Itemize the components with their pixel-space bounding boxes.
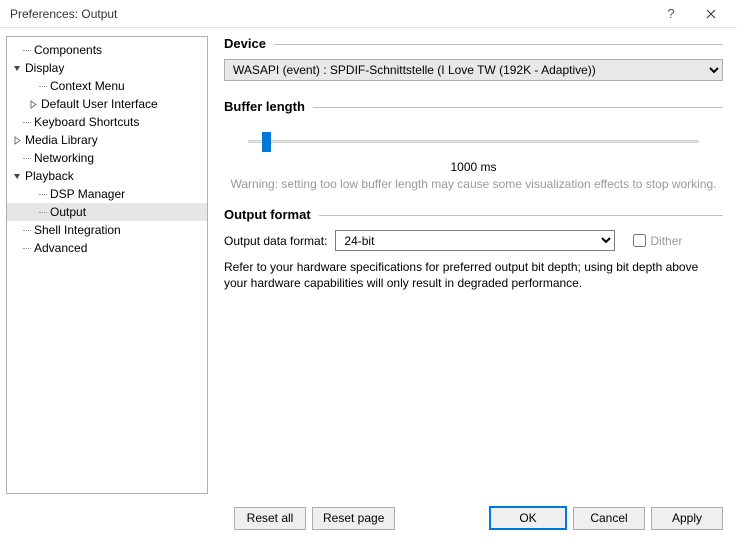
sidebar: Components Display Context Menu Default … — [0, 28, 214, 500]
output-format-note: Refer to your hardware specifications fo… — [224, 259, 723, 291]
tree-item-output[interactable]: Output — [7, 203, 207, 221]
tree-connector — [23, 248, 31, 249]
tree-item-shell-integration[interactable]: Shell Integration — [7, 221, 207, 239]
tree-label: Shell Integration — [34, 221, 125, 239]
chevron-right-icon[interactable] — [11, 134, 23, 146]
tree-item-keyboard-shortcuts[interactable]: Keyboard Shortcuts — [7, 113, 207, 131]
tree-label: Media Library — [25, 131, 102, 149]
tree-label: Networking — [34, 149, 98, 167]
tree-label: Context Menu — [50, 77, 129, 95]
tree-item-dsp-manager[interactable]: DSP Manager — [7, 185, 207, 203]
section-divider — [313, 107, 723, 108]
tree-connector — [23, 158, 31, 159]
button-bar: Reset all Reset page OK Cancel Apply — [0, 500, 737, 538]
tree-connector — [39, 212, 47, 213]
buffer-section-header: Buffer length — [224, 99, 723, 114]
tree-item-playback[interactable]: Playback — [7, 167, 207, 185]
output-format-select[interactable]: 24-bit — [335, 230, 615, 251]
tree-connector — [23, 50, 31, 51]
section-divider — [319, 215, 723, 216]
format-section-header: Output format — [224, 207, 723, 222]
chevron-right-icon[interactable] — [27, 98, 39, 110]
dither-label: Dither — [650, 234, 682, 248]
buffer-value-label: 1000 ms — [224, 160, 723, 174]
chevron-down-icon[interactable] — [11, 170, 23, 182]
format-section-title: Output format — [224, 207, 319, 222]
tree: Components Display Context Menu Default … — [6, 36, 208, 494]
cancel-button[interactable]: Cancel — [573, 507, 645, 530]
tree-item-advanced[interactable]: Advanced — [7, 239, 207, 257]
reset-page-button[interactable]: Reset page — [312, 507, 395, 530]
tree-label: Keyboard Shortcuts — [34, 113, 143, 131]
section-divider — [274, 44, 723, 45]
tree-connector — [39, 86, 47, 87]
output-format-label: Output data format: — [224, 234, 327, 248]
titlebar: Preferences: Output ? — [0, 0, 737, 28]
close-button[interactable] — [691, 0, 731, 28]
tree-connector — [23, 230, 31, 231]
tree-label: Display — [25, 59, 68, 77]
close-icon — [706, 9, 716, 19]
tree-item-context-menu[interactable]: Context Menu — [7, 77, 207, 95]
reset-all-button[interactable]: Reset all — [234, 507, 306, 530]
tree-connector — [23, 122, 31, 123]
window-title: Preferences: Output — [10, 7, 651, 21]
slider-rail — [248, 140, 699, 143]
chevron-down-icon[interactable] — [11, 62, 23, 74]
buffer-section-title: Buffer length — [224, 99, 313, 114]
tree-item-components[interactable]: Components — [7, 41, 207, 59]
tree-label: DSP Manager — [50, 185, 129, 203]
ok-button[interactable]: OK — [489, 506, 567, 530]
dither-checkbox-wrap[interactable]: Dither — [633, 234, 682, 248]
tree-connector — [39, 194, 47, 195]
device-section-header: Device — [224, 36, 723, 51]
tree-label: Default User Interface — [41, 95, 162, 113]
dither-checkbox[interactable] — [633, 234, 646, 247]
tree-item-networking[interactable]: Networking — [7, 149, 207, 167]
main-panel: Device WASAPI (event) : SPDIF-Schnittste… — [214, 28, 737, 500]
apply-button[interactable]: Apply — [651, 507, 723, 530]
slider-thumb[interactable] — [262, 132, 271, 152]
tree-label: Advanced — [34, 239, 91, 257]
help-button[interactable]: ? — [651, 0, 691, 28]
device-section-title: Device — [224, 36, 274, 51]
tree-label: Components — [34, 41, 106, 59]
buffer-warning-text: Warning: setting too low buffer length m… — [224, 177, 723, 191]
tree-label: Playback — [25, 167, 78, 185]
tree-item-default-ui[interactable]: Default User Interface — [7, 95, 207, 113]
device-select[interactable]: WASAPI (event) : SPDIF-Schnittstelle (I … — [224, 59, 723, 81]
tree-item-display[interactable]: Display — [7, 59, 207, 77]
tree-item-media-library[interactable]: Media Library — [7, 131, 207, 149]
tree-label: Output — [50, 203, 90, 221]
buffer-slider[interactable] — [248, 132, 699, 152]
